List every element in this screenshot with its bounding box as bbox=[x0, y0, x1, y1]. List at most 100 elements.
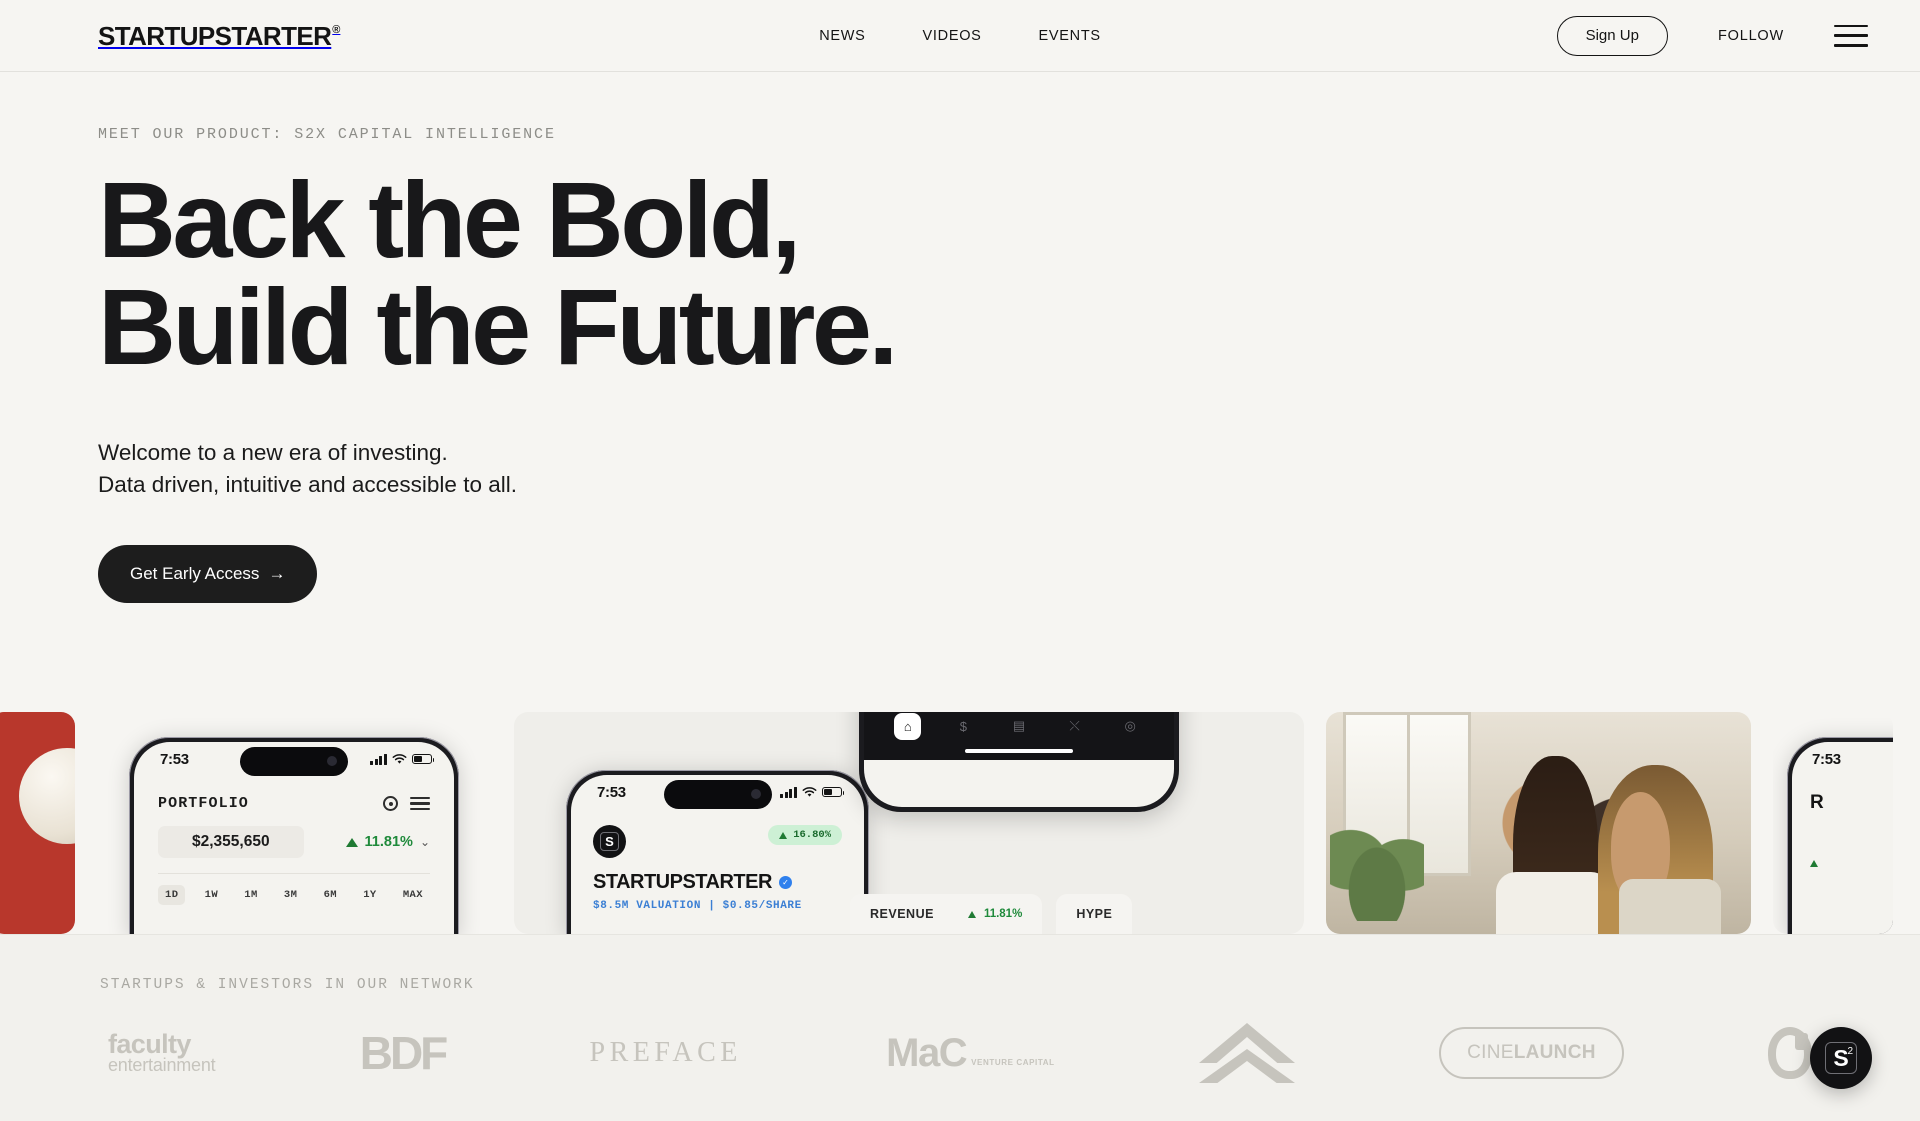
shuffle-icon[interactable]: ⤬ bbox=[1061, 713, 1088, 740]
nav-item-news[interactable]: NEWS bbox=[819, 28, 865, 44]
cellular-signal-icon bbox=[370, 753, 387, 765]
avatar-letter: S bbox=[600, 832, 619, 851]
mac-logo-text: MaC bbox=[886, 1030, 967, 1075]
triangle-up-icon bbox=[967, 910, 976, 918]
site-logo[interactable]: STARTUPSTARTER ® bbox=[98, 23, 340, 49]
main-navigation: NEWS VIDEOS EVENTS bbox=[819, 28, 1101, 44]
phone-status-bar: 7:53 bbox=[571, 775, 864, 809]
wifi-icon bbox=[802, 786, 817, 797]
eye-dot-shape bbox=[1794, 1033, 1808, 1050]
nav-item-videos[interactable]: VIDEOS bbox=[923, 28, 982, 44]
carousel-slide-red[interactable] bbox=[0, 712, 75, 934]
next-panel-title: R bbox=[1810, 792, 1824, 813]
network-logo-strip: faculty entertainment BDF PREFACE MaC VE… bbox=[0, 993, 1920, 1087]
phone-mockup-next: 7:53 R bbox=[1787, 737, 1893, 934]
triangle-up-icon bbox=[779, 831, 788, 839]
stat-card-row: REVENUE 11.81% HYPE bbox=[850, 894, 1133, 934]
phone-status-bar: 7:53 bbox=[1792, 742, 1893, 776]
company-avatar: S bbox=[593, 825, 626, 858]
phone-screen: 7:53 S 16.80% STARTUPSTARTER ✓ $8.5M VAL… bbox=[571, 775, 864, 934]
chevron-down-icon[interactable]: ⌄ bbox=[420, 835, 430, 849]
cinelaunch-prefix: CINE bbox=[1467, 1042, 1514, 1063]
follow-link[interactable]: FOLLOW bbox=[1718, 28, 1784, 44]
hamburger-bar bbox=[1834, 34, 1868, 37]
network-label: STARTUPS & INVESTORS IN OUR NETWORK bbox=[100, 977, 475, 993]
phone-mockup-company-profile: 7:53 S 16.80% STARTUPSTARTER ✓ $8.5M VAL… bbox=[566, 770, 869, 934]
carousel-slide-company[interactable]: 7:53 S 16.80% STARTUPSTARTER ✓ $8.5M VAL… bbox=[514, 712, 1304, 934]
range-1y[interactable]: 1Y bbox=[356, 885, 383, 905]
time-range-selector[interactable]: 1D 1W 1M 3M 6M 1Y MAX bbox=[158, 873, 430, 905]
eye-logo[interactable] bbox=[1767, 1027, 1812, 1079]
portfolio-change: 11.81% ⌄ bbox=[345, 834, 430, 850]
company-change-pct: 16.80% bbox=[793, 829, 831, 841]
stat-card-label: REVENUE bbox=[870, 907, 934, 921]
network-section: STARTUPS & INVESTORS IN OUR NETWORK facu… bbox=[0, 934, 1920, 1121]
mac-venture-capital-logo[interactable]: MaC VENTURE CAPITAL bbox=[886, 1031, 1054, 1076]
chat-widget-button[interactable]: S 2 bbox=[1810, 1027, 1872, 1089]
card-icon[interactable]: ▤ bbox=[1005, 713, 1032, 740]
headline-line-1: Back the Bold, bbox=[98, 159, 801, 280]
preface-logo[interactable]: PREFACE bbox=[590, 1037, 742, 1069]
menu-icon[interactable] bbox=[410, 796, 430, 811]
next-panel: R bbox=[1792, 776, 1893, 867]
chat-fab-superscript: 2 bbox=[1847, 1046, 1853, 1057]
range-max[interactable]: MAX bbox=[396, 885, 430, 905]
range-1w[interactable]: 1W bbox=[198, 885, 225, 905]
app-tab-bar: ⌂ $ ▤ ⤬ ◎ bbox=[864, 712, 1174, 760]
hamburger-bar bbox=[1834, 43, 1868, 47]
target-icon[interactable] bbox=[383, 796, 398, 811]
stat-card-revenue[interactable]: REVENUE 11.81% bbox=[850, 894, 1043, 934]
product-screenshot-carousel[interactable]: 7:53 PORTFOLIO $2,355,650 11.81% ⌄ 1D 1W… bbox=[0, 712, 1920, 934]
stat-card-pct: 11.81% bbox=[983, 908, 1023, 920]
wifi-icon bbox=[392, 753, 407, 764]
faculty-logo-line1: faculty bbox=[108, 1028, 191, 1059]
get-early-access-button[interactable]: Get Early Access → bbox=[98, 544, 318, 603]
phone-mockup-portfolio: 7:53 PORTFOLIO $2,355,650 11.81% ⌄ 1D 1W… bbox=[129, 737, 459, 934]
dollar-icon[interactable]: $ bbox=[950, 713, 977, 740]
range-1d[interactable]: 1D bbox=[158, 885, 186, 905]
stat-card-label: HYPE bbox=[1076, 907, 1113, 921]
headline-line-2: Build the Future. bbox=[98, 265, 898, 387]
status-clock: 7:53 bbox=[1812, 750, 1841, 768]
person-shirt-shape bbox=[1496, 871, 1611, 934]
hamburger-menu-icon[interactable] bbox=[1834, 24, 1868, 47]
carousel-slide-portfolio[interactable]: 7:53 PORTFOLIO $2,355,650 11.81% ⌄ 1D 1W… bbox=[97, 712, 492, 934]
range-6m[interactable]: 6M bbox=[317, 885, 344, 905]
phone-screen: Share price $0.85 INVEST ⌂ $ ▤ ⤬ ◎ bbox=[864, 712, 1174, 807]
status-clock: 7:53 bbox=[160, 750, 189, 768]
plant-shape bbox=[1330, 818, 1424, 921]
company-name: STARTUPSTARTER bbox=[593, 871, 772, 893]
range-1m[interactable]: 1M bbox=[237, 885, 264, 905]
bdf-logo[interactable]: BDF bbox=[360, 1026, 449, 1080]
mac-logo-subtext: VENTURE CAPITAL bbox=[971, 1057, 1055, 1067]
verified-badge-icon: ✓ bbox=[778, 876, 792, 889]
nav-item-events[interactable]: EVENTS bbox=[1039, 28, 1101, 44]
chevron-logo[interactable] bbox=[1198, 1023, 1295, 1087]
home-icon[interactable]: ⌂ bbox=[894, 712, 922, 740]
next-panel-change bbox=[1810, 860, 1893, 867]
phone-screen: 7:53 PORTFOLIO $2,355,650 11.81% ⌄ 1D 1W… bbox=[134, 742, 454, 934]
phone-screen: 7:53 R bbox=[1792, 742, 1893, 934]
faculty-entertainment-logo[interactable]: faculty entertainment bbox=[108, 1028, 216, 1075]
triangle-up-icon bbox=[1810, 860, 1818, 867]
logo-text: STARTUPSTARTER bbox=[98, 20, 332, 51]
cinelaunch-suffix: LAUNCH bbox=[1513, 1042, 1596, 1063]
status-icons bbox=[370, 753, 435, 765]
team-photo bbox=[1326, 712, 1751, 934]
cinelaunch-logo[interactable]: CINE LAUNCH bbox=[1439, 1027, 1624, 1079]
sign-up-button[interactable]: Sign Up bbox=[1556, 15, 1668, 56]
cta-label: Get Early Access bbox=[130, 563, 260, 583]
stat-card-hype[interactable]: HYPE bbox=[1056, 894, 1133, 934]
subhead-line-2: Data driven, intuitive and accessible to… bbox=[98, 471, 517, 497]
home-indicator bbox=[965, 749, 1073, 753]
apron-shape bbox=[1619, 878, 1722, 934]
stat-card-value: 11.81% bbox=[967, 908, 1023, 920]
chevron-shape-inner-2 bbox=[1211, 1061, 1282, 1087]
portfolio-balance: $2,355,650 bbox=[158, 826, 304, 858]
carousel-slide-photo[interactable] bbox=[1326, 712, 1751, 934]
dynamic-island bbox=[240, 747, 348, 776]
carousel-slide-next[interactable]: 7:53 R bbox=[1773, 712, 1893, 934]
s2-logo-icon: S 2 bbox=[1825, 1042, 1857, 1074]
range-3m[interactable]: 3M bbox=[277, 885, 304, 905]
eye-icon[interactable]: ◎ bbox=[1117, 713, 1144, 740]
